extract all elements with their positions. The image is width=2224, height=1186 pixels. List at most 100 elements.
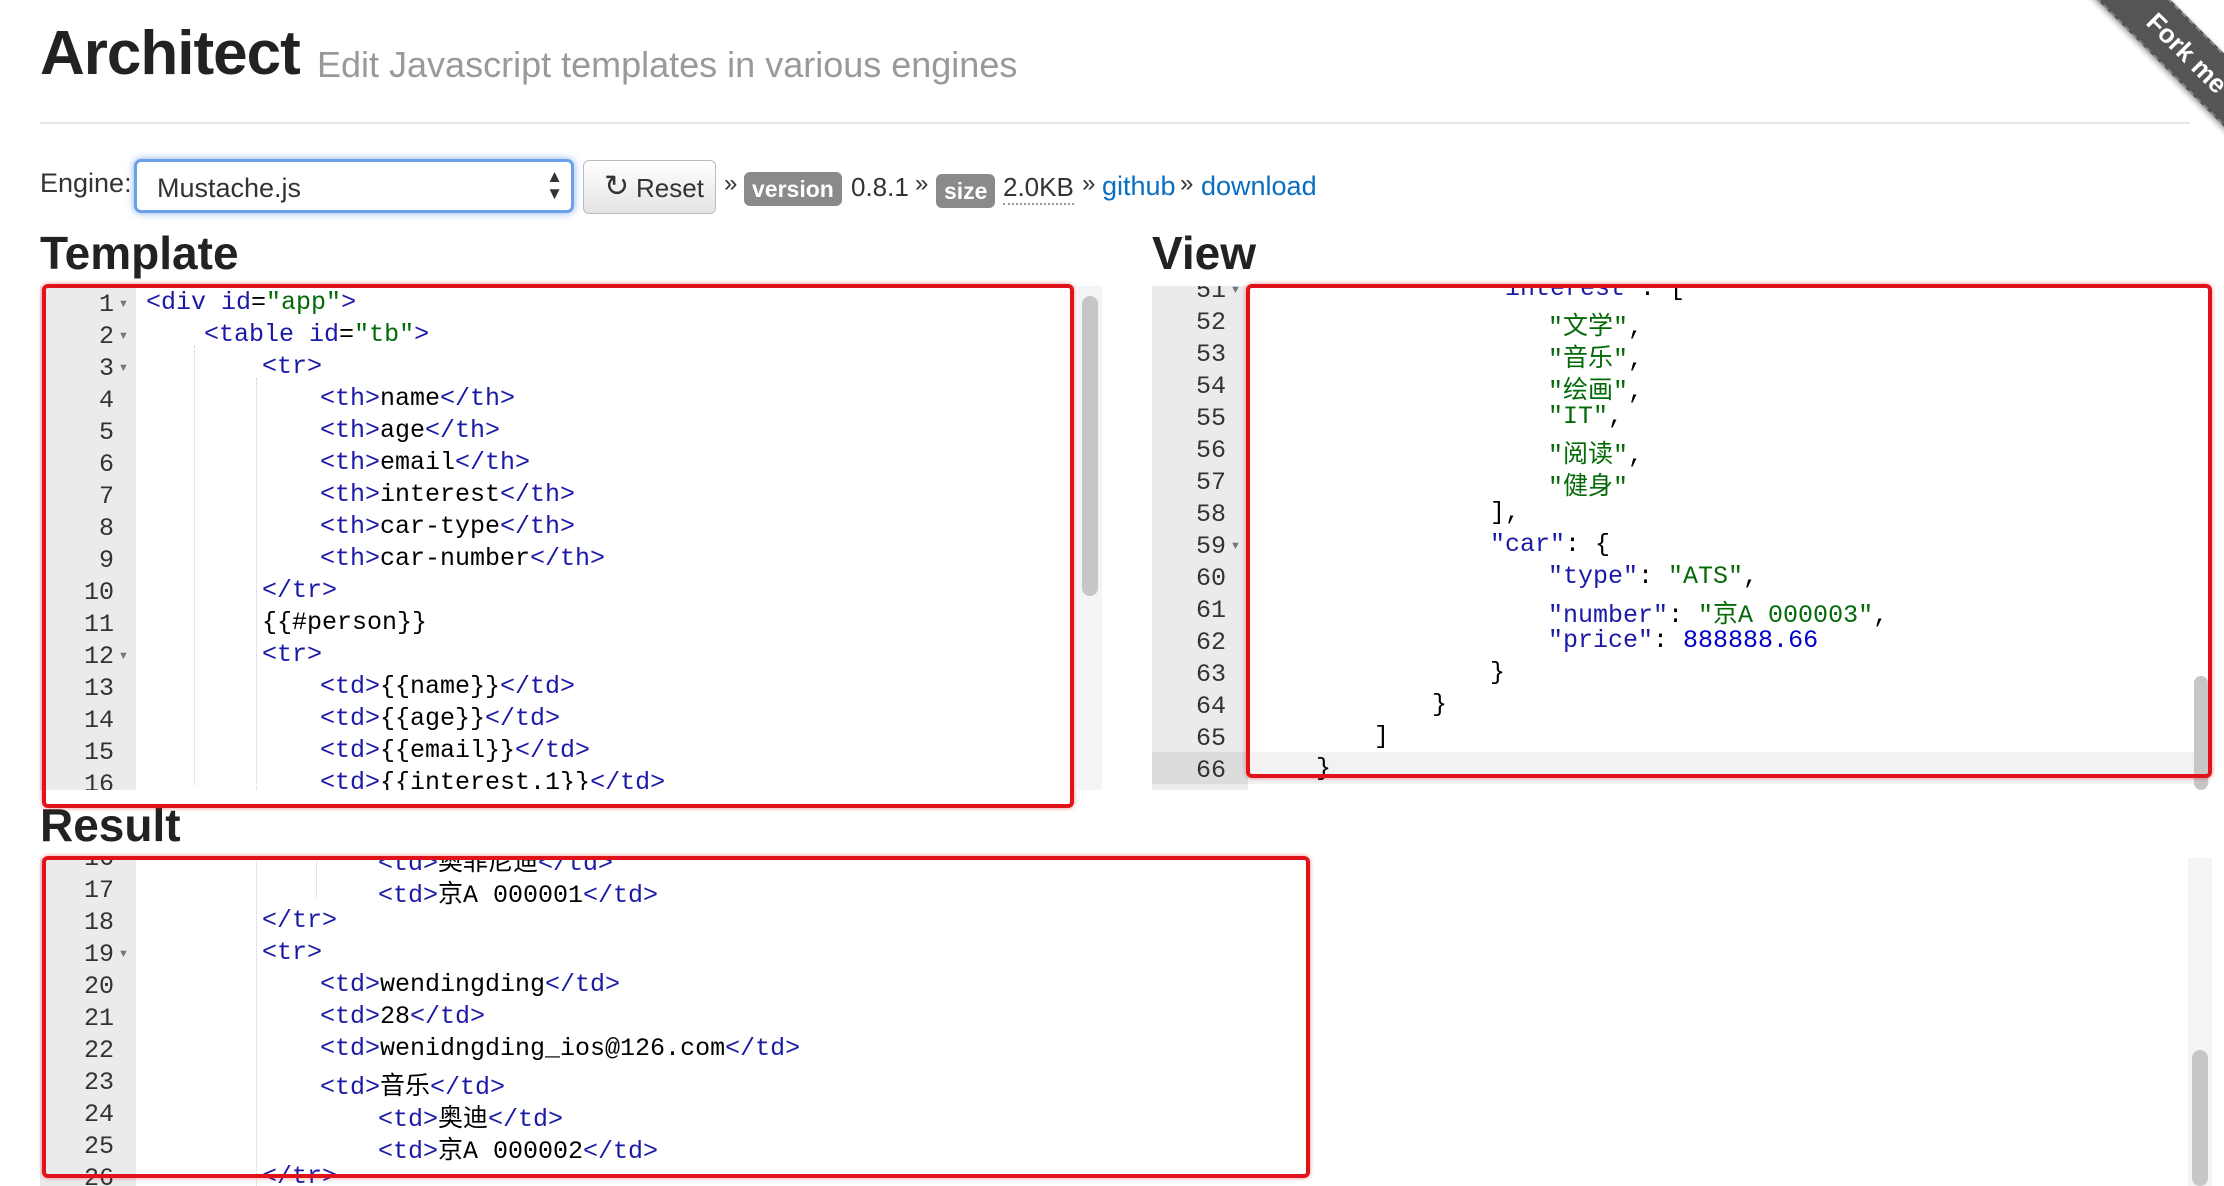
code-token: <td> xyxy=(378,1137,439,1166)
code-line[interactable]: </tr> xyxy=(262,576,337,605)
code-line[interactable]: } xyxy=(1490,658,1505,687)
code-line[interactable]: "type": "ATS", xyxy=(1548,562,1758,591)
code-line[interactable]: <th>name</th> xyxy=(320,384,515,413)
line-number: 11 xyxy=(83,610,114,639)
fold-arrow-icon[interactable]: ▼ xyxy=(1230,286,1241,296)
code-token: </td> xyxy=(515,736,591,765)
engine-select[interactable]: Mustache.js ▲ ▼ xyxy=(134,159,574,213)
code-token: <th> xyxy=(320,384,381,413)
github-link[interactable]: github xyxy=(1102,171,1176,202)
result-editor[interactable]: 16 <td>奥菲尼迪</td> 17 <td>京A 000001</td> 18 </t… xyxy=(40,858,2212,1186)
fold-arrow-icon[interactable]: ▼ xyxy=(1230,540,1241,552)
fold-arrow-icon[interactable]: ▼ xyxy=(118,298,129,310)
code-line[interactable]: "IT", xyxy=(1548,402,1623,431)
code-token: {{name}} xyxy=(380,672,501,701)
line-number: 14 xyxy=(83,706,114,735)
separator: » xyxy=(1180,170,1194,197)
code-line[interactable]: </tr> xyxy=(262,1162,337,1186)
fold-arrow-icon[interactable]: ▼ xyxy=(118,362,129,374)
code-token: </tr> xyxy=(262,1162,338,1186)
code-line[interactable]: "car": { xyxy=(1490,530,1610,559)
code-line[interactable]: <th>car-type</th> xyxy=(320,512,575,541)
code-line[interactable]: ], xyxy=(1490,498,1520,527)
size-badge: size xyxy=(936,174,996,208)
code-token: </td> xyxy=(545,970,621,999)
code-token: name xyxy=(380,384,441,413)
code-token: <td> xyxy=(320,704,381,733)
code-line[interactable]: <td>京A 000002</td> xyxy=(378,1130,658,1166)
code-line[interactable]: {{#person}} xyxy=(262,608,427,637)
code-line[interactable]: <td>wendingding</td> xyxy=(320,970,620,999)
code-token: <td> xyxy=(320,970,381,999)
line-number: 55 xyxy=(1195,404,1226,433)
code-line[interactable]: "绘画", xyxy=(1548,370,1643,406)
code-line[interactable]: <td>wenidngding_ios@126.com</td> xyxy=(320,1034,800,1063)
code-line[interactable]: <th>interest</th> xyxy=(320,480,575,509)
code-line[interactable]: <tr> xyxy=(262,640,322,669)
code-line[interactable]: "文学", xyxy=(1548,306,1643,342)
code-line[interactable]: <td>{{email}}</td> xyxy=(320,736,590,765)
code-line[interactable]: <table id="tb"> xyxy=(204,320,429,349)
code-line[interactable]: <td>28</td> xyxy=(320,1002,485,1031)
code-token: <th> xyxy=(320,416,381,445)
line-number: 16 xyxy=(83,858,114,873)
scrollbar-thumb[interactable] xyxy=(2194,676,2208,790)
active-line-highlight xyxy=(1248,752,2210,784)
code-token: = xyxy=(251,288,267,317)
code-line[interactable]: <td>奥迪</td> xyxy=(378,1098,563,1134)
view-editor[interactable]: 51 ▼ "interest": [52 "文学", 53 "音乐", 54 "绘画", 55 "… xyxy=(1152,286,2210,790)
code-token: </td> xyxy=(485,704,561,733)
template-editor[interactable]: 1 ▼ <div id="app"> 2 ▼ <table id="tb"> 3 ▼ <tr> 4… xyxy=(40,286,1102,790)
indent-guide xyxy=(316,858,317,898)
version-badge: version xyxy=(744,172,842,206)
code-token: <td> xyxy=(320,1034,381,1063)
fold-arrow-icon[interactable]: ▼ xyxy=(118,948,129,960)
code-line[interactable]: <th>email</th> xyxy=(320,448,530,477)
reset-button[interactable]: ↻ Reset xyxy=(583,160,716,214)
code-token: "car" xyxy=(1490,530,1566,559)
fold-arrow-icon[interactable]: ▼ xyxy=(118,650,129,662)
code-line[interactable]: "number": "京A 000003", xyxy=(1548,594,1888,630)
line-number: 22 xyxy=(83,1036,114,1065)
code-token: "健身" xyxy=(1548,473,1629,502)
line-number: 4 xyxy=(98,386,114,415)
code-line[interactable]: <tr> xyxy=(262,938,322,967)
code-line[interactable]: <td>{{name}}</td> xyxy=(320,672,575,701)
code-line[interactable]: <td>{{age}}</td> xyxy=(320,704,560,733)
code-token: </th> xyxy=(500,512,576,541)
code-line[interactable]: <td>京A 000001</td> xyxy=(378,874,658,910)
code-token: </td> xyxy=(590,768,666,790)
scrollbar-thumb[interactable] xyxy=(1082,296,1098,596)
code-token: <th> xyxy=(320,448,381,477)
engine-label: Engine: xyxy=(40,168,132,198)
code-line[interactable]: "price": 888888.66 xyxy=(1548,626,1818,655)
download-link[interactable]: download xyxy=(1201,171,1317,202)
line-number: 66 xyxy=(1195,756,1226,785)
fold-arrow-icon[interactable]: ▼ xyxy=(118,330,129,342)
line-number: 16 xyxy=(83,770,114,790)
code-line[interactable]: "阅读", xyxy=(1548,434,1643,470)
code-line[interactable]: <th>age</th> xyxy=(320,416,500,445)
code-token: car-number xyxy=(380,544,531,573)
code-line[interactable]: } xyxy=(1316,754,1331,783)
code-line[interactable]: <td>{{interest.1}}</td> xyxy=(320,768,665,790)
code-token: , xyxy=(1628,441,1644,470)
code-token: <table xyxy=(204,320,310,349)
code-line[interactable]: <th>car-number</th> xyxy=(320,544,605,573)
code-line[interactable]: <tr> xyxy=(262,352,322,381)
code-line[interactable]: <td>音乐</td> xyxy=(320,1066,505,1102)
fork-ribbon[interactable]: Fork me on GitHub xyxy=(2067,0,2224,267)
code-line[interactable]: </tr> xyxy=(262,906,337,935)
code-token: , xyxy=(1743,562,1759,591)
code-line[interactable]: <div id="app"> xyxy=(146,288,356,317)
code-line[interactable]: } xyxy=(1432,690,1447,719)
code-token: 京A 000001 xyxy=(438,881,584,910)
code-token: <tr> xyxy=(262,352,323,381)
code-line[interactable]: "interest": [ xyxy=(1490,286,1685,303)
code-line[interactable]: "健身" xyxy=(1548,466,1628,502)
indent-guide xyxy=(256,858,257,1186)
code-line[interactable]: ] xyxy=(1374,722,1389,751)
code-line[interactable]: "音乐", xyxy=(1548,338,1643,374)
scrollbar-thumb[interactable] xyxy=(2192,1050,2208,1186)
code-token: </tr> xyxy=(262,576,338,605)
